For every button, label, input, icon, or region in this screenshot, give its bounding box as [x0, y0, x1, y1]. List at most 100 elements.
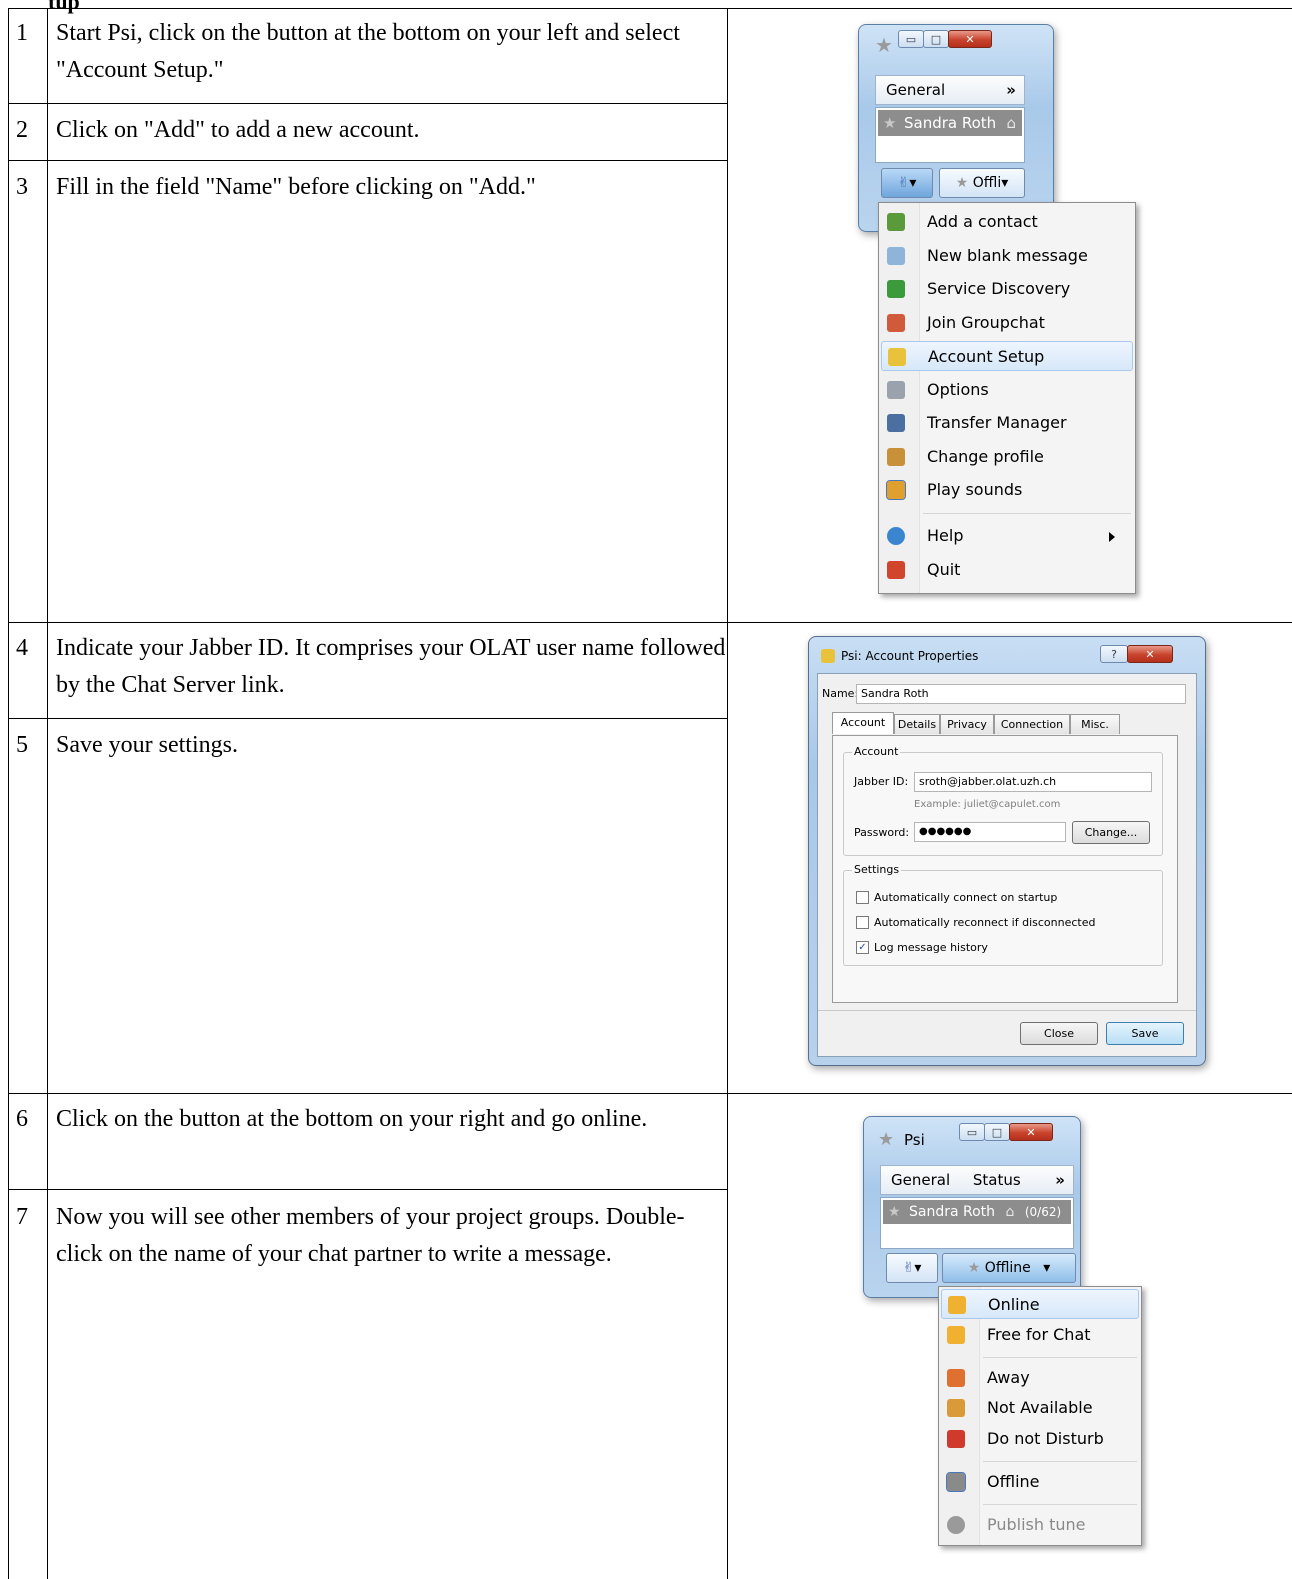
dropdown-arrow-icon: ▾: [914, 1260, 922, 1276]
step-text: Click on the button at the bottom on you…: [56, 1106, 648, 1132]
offline-star-icon: ★: [955, 175, 969, 191]
save-button[interactable]: Save: [1106, 1022, 1184, 1045]
password-field[interactable]: ●●●●●●: [914, 822, 1066, 842]
tab-status[interactable]: Status: [973, 1171, 1021, 1189]
log-history-checkbox[interactable]: ✓: [856, 941, 869, 954]
close-icon[interactable]: ✕: [1127, 645, 1173, 663]
roster-account-row[interactable]: ★ Sandra Roth ⌂ (0/62): [883, 1200, 1071, 1224]
row-divider: [8, 1093, 1292, 1094]
menu-item-account-setup[interactable]: Account Setup: [881, 341, 1133, 371]
menu-item-label: New blank message: [927, 246, 1088, 265]
checkbox-label: Log message history: [874, 941, 988, 954]
status-away[interactable]: Away: [941, 1363, 1139, 1393]
menu-item-help[interactable]: Help: [881, 521, 1133, 551]
menu-item-label: Publish tune: [987, 1515, 1086, 1534]
status-offline[interactable]: Offline: [941, 1467, 1139, 1497]
menu-item-label: Quit: [927, 560, 961, 579]
tab-general[interactable]: General: [886, 81, 945, 99]
close-icon[interactable]: ✕: [1009, 1123, 1053, 1141]
menu-item-quit[interactable]: Quit: [881, 555, 1133, 585]
sound-icon: [886, 480, 906, 500]
free-chat-star-icon: [947, 1326, 965, 1344]
roster-list: ★ Sandra Roth ⌂ (0/62): [880, 1197, 1074, 1249]
table-border-top: [8, 8, 1292, 9]
row-divider: [8, 622, 1292, 623]
menu-item-label: Account Setup: [928, 347, 1045, 366]
more-tabs-icon[interactable]: »: [1055, 1166, 1065, 1194]
name-field[interactable]: Sandra Roth: [856, 684, 1186, 704]
menu-item-label: Offline: [987, 1472, 1040, 1491]
status-button-label: Offline: [984, 1260, 1031, 1276]
jid-field[interactable]: sroth@jabber.olat.uzh.ch: [914, 772, 1152, 792]
menu-item-label: Away: [987, 1368, 1030, 1387]
add-contact-icon: [887, 213, 905, 231]
step-text: Save your settings.: [56, 732, 238, 758]
menu-item-join-groupchat[interactable]: Join Groupchat: [881, 308, 1133, 338]
close-icon[interactable]: ✕: [948, 30, 992, 48]
menu-item-add-contact[interactable]: Add a contact: [881, 207, 1133, 237]
window-caption-buttons: ▭ □ ✕: [959, 1123, 1053, 1143]
group-tab-bar[interactable]: General Status »: [880, 1165, 1074, 1195]
dropdown-arrow-icon: ▾: [1043, 1260, 1051, 1276]
main-menu-button[interactable]: ✌▾: [881, 168, 933, 198]
publish-tune[interactable]: Publish tune: [941, 1510, 1139, 1540]
help-icon[interactable]: ?: [1100, 645, 1128, 663]
tab-details[interactable]: Details: [894, 714, 940, 734]
account-setup-icon: [821, 649, 835, 663]
status-button[interactable]: ★ Offli▾: [939, 168, 1025, 198]
main-menu-button[interactable]: ✌▾: [886, 1253, 938, 1283]
menu-item-transfer-manager[interactable]: Transfer Manager: [881, 408, 1133, 438]
maximize-icon[interactable]: □: [984, 1123, 1010, 1141]
menu-item-new-message[interactable]: New blank message: [881, 241, 1133, 271]
close-button[interactable]: Close: [1020, 1022, 1098, 1045]
status-do-not-disturb[interactable]: Do not Disturb: [941, 1424, 1139, 1454]
minimize-icon[interactable]: ▭: [959, 1123, 985, 1141]
status-online[interactable]: Online: [941, 1289, 1139, 1319]
dialog-body: Name: Sandra Roth Account Details Privac…: [817, 673, 1197, 1057]
auto-connect-checkbox[interactable]: [856, 891, 869, 904]
account-setup-icon: [888, 348, 906, 366]
tab-general[interactable]: General: [891, 1171, 950, 1189]
table-divider-number: [47, 8, 48, 1579]
tab-connection[interactable]: Connection: [994, 714, 1070, 734]
more-tabs-icon[interactable]: »: [1006, 76, 1016, 104]
maximize-icon[interactable]: □: [923, 30, 949, 48]
tab-account[interactable]: Account: [832, 712, 894, 734]
menu-item-change-profile[interactable]: Change profile: [881, 442, 1133, 472]
tab-misc[interactable]: Misc.: [1070, 714, 1120, 734]
tab-privacy[interactable]: Privacy: [940, 714, 994, 734]
group-title: Account: [852, 745, 901, 758]
status-menu: Online Free for Chat Away Not Available …: [938, 1286, 1142, 1546]
table-border-left: [8, 8, 9, 1579]
menu-item-label: Not Available: [987, 1398, 1093, 1417]
row-divider: [8, 718, 727, 719]
psi-main-menu: Add a contact New blank message Service …: [878, 202, 1136, 594]
step-text: Click on "Add" to add a new account.: [56, 117, 420, 143]
tune-icon: [947, 1516, 965, 1534]
status-free-for-chat[interactable]: Free for Chat: [941, 1320, 1139, 1350]
step-number: 4: [16, 635, 28, 661]
envelope-icon: [887, 247, 905, 265]
status-not-available[interactable]: Not Available: [941, 1393, 1139, 1423]
window-caption-buttons: ▭ □ ✕: [898, 30, 992, 50]
minimize-icon[interactable]: ▭: [898, 30, 924, 48]
change-password-button[interactable]: Change...: [1072, 821, 1150, 844]
auto-reconnect-checkbox[interactable]: [856, 916, 869, 929]
step-number: 2: [16, 117, 28, 143]
group-tab-bar[interactable]: General »: [875, 75, 1025, 105]
menu-item-options[interactable]: Options: [881, 375, 1133, 405]
menu-item-label: Help: [927, 526, 964, 545]
wrench-icon: [887, 381, 905, 399]
menu-item-label: Add a contact: [927, 212, 1038, 231]
profile-icon: [887, 448, 905, 466]
step-number: 3: [16, 174, 28, 200]
roster-account-row[interactable]: ★ Sandra Roth ⌂: [878, 110, 1022, 136]
step-number: 5: [16, 732, 28, 758]
menu-item-play-sounds[interactable]: Play sounds: [881, 475, 1133, 505]
menu-item-service-discovery[interactable]: Service Discovery: [881, 274, 1133, 304]
groupchat-icon: [887, 314, 905, 332]
row-divider: [8, 103, 727, 104]
status-button[interactable]: ★ Offline ▾: [942, 1253, 1076, 1283]
psi-logo-icon: ✌: [902, 1260, 915, 1276]
tab-strip: Account Details Privacy Connection Misc.: [832, 712, 1162, 736]
